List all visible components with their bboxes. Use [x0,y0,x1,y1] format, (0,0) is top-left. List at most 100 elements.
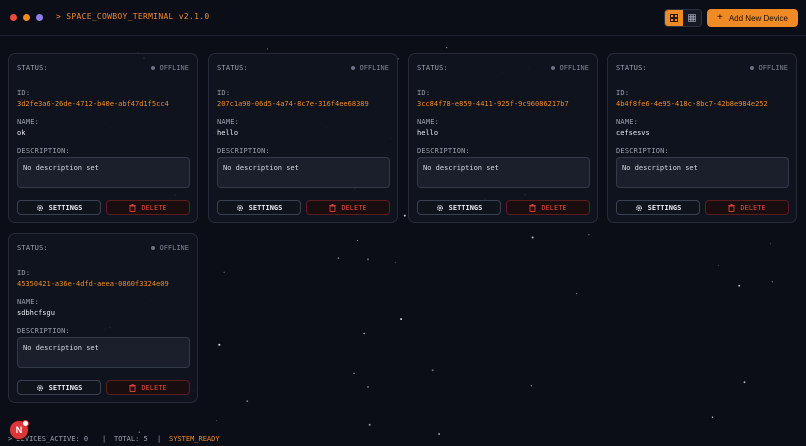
star [246,400,249,402]
status-bar: > DEVICES_ACTIVE: 0 | TOTAL: 5 | SYSTEM_… [0,432,806,446]
settings-button[interactable]: SETTINGS [17,200,101,215]
star [717,264,719,266]
star [711,416,714,418]
delete-label: DELETE [141,383,167,392]
star [223,271,225,273]
header-bar: > SPACE_COWBOY_TERMINAL v2.1.0 + Add New… [0,0,806,36]
status-separator: | [157,435,162,443]
id-label: ID: [417,89,431,97]
status-label: STATUS: [616,64,647,72]
star [367,386,369,388]
settings-label: SETTINGS [48,203,83,212]
description-field[interactable]: No description set [417,157,590,188]
plus-icon: + [717,12,723,23]
star [218,343,221,346]
gear-icon [436,204,444,212]
delete-label: DELETE [141,203,167,212]
id-label: ID: [17,269,31,277]
name-label: NAME: [616,118,639,126]
gear-icon [36,384,44,392]
id-label: ID: [217,89,231,97]
description-field[interactable]: No description set [17,337,190,368]
star [363,332,365,335]
star [588,234,590,236]
notification-dot-icon [22,420,29,427]
gear-icon [635,204,643,212]
device-card: STATUS: OFFLINE ID: 45350421-a36e-4dfd-a… [8,233,198,403]
status-dot-icon [151,66,156,70]
status-value: OFFLINE [159,64,189,72]
delete-button[interactable]: DELETE [306,200,390,215]
device-id: 45350421-a36e-4dfd-aeea-0860f3324e09 [17,280,169,288]
star [366,258,370,261]
settings-label: SETTINGS [48,383,83,392]
app-window: > SPACE_COWBOY_TERMINAL v2.1.0 + Add New… [0,0,806,446]
total-devices-count: TOTAL: 5 [114,435,148,443]
name-label: NAME: [417,118,440,126]
description-label: DESCRIPTION: [17,147,70,155]
star [403,214,406,217]
delete-button[interactable]: DELETE [506,200,590,215]
status-separator: | [102,435,107,443]
description-label: DESCRIPTION: [217,147,270,155]
delete-button[interactable]: DELETE [106,380,190,395]
status-label: STATUS: [417,64,448,72]
delete-button[interactable]: DELETE [106,200,190,215]
star [445,46,448,49]
description-field[interactable]: No description set [17,157,190,188]
maximize-window-button[interactable] [36,14,43,21]
description-label: DESCRIPTION: [616,147,669,155]
status-badge: OFFLINE [151,244,189,252]
minimize-window-button[interactable] [23,14,30,21]
trash-icon [728,203,736,212]
grid-small-view-button[interactable] [683,10,701,26]
device-name: cefsesvs [616,129,650,137]
dev-tools-letter: N [15,425,23,435]
trash-icon [329,203,337,212]
system-status: SYSTEM_READY [169,435,220,443]
dev-tools-badge[interactable]: N [10,420,29,439]
star [743,381,746,384]
settings-button[interactable]: SETTINGS [217,200,301,215]
description-field[interactable]: No description set [616,157,789,188]
device-card: STATUS: OFFLINE ID: 207c1a90-06d5-4a74-8… [208,53,398,223]
add-new-device-button[interactable]: + Add New Device [707,9,798,27]
device-name: ok [17,129,26,137]
gear-icon [236,204,244,212]
device-name: hello [217,129,239,137]
star [770,243,772,245]
device-id: 4b4f8fe6-4e95-418c-8bc7-42b8e984e252 [616,100,768,108]
settings-button[interactable]: SETTINGS [616,200,700,215]
status-value: OFFLINE [159,244,189,252]
status-dot-icon [151,246,156,250]
description-label: DESCRIPTION: [417,147,470,155]
id-label: ID: [17,89,31,97]
star [357,240,359,242]
name-label: NAME: [17,298,40,306]
name-label: NAME: [17,118,40,126]
status-dot-icon [351,66,356,70]
grid-large-view-button[interactable] [665,10,683,26]
delete-button[interactable]: DELETE [705,200,789,215]
close-window-button[interactable] [10,14,17,21]
status-badge: OFFLINE [351,64,389,72]
grid-large-icon [670,14,678,22]
window-controls [10,14,43,21]
add-new-device-label: Add New Device [728,13,788,23]
settings-button[interactable]: SETTINGS [17,380,101,395]
description-field[interactable]: No description set [217,157,390,188]
trash-icon [129,383,137,392]
settings-button[interactable]: SETTINGS [417,200,501,215]
status-dot-icon [551,66,556,70]
view-toggle [664,9,702,27]
star [576,293,578,295]
star [530,385,532,387]
status-label: STATUS: [17,244,48,252]
device-card: STATUS: OFFLINE ID: 3d2fe3a6-26de-4712-b… [8,53,198,223]
status-badge: OFFLINE [551,64,589,72]
status-value: OFFLINE [559,64,589,72]
delete-label: DELETE [541,203,567,212]
status-badge: OFFLINE [151,64,189,72]
star [400,318,403,321]
app-title: > SPACE_COWBOY_TERMINAL v2.1.0 [56,12,210,21]
